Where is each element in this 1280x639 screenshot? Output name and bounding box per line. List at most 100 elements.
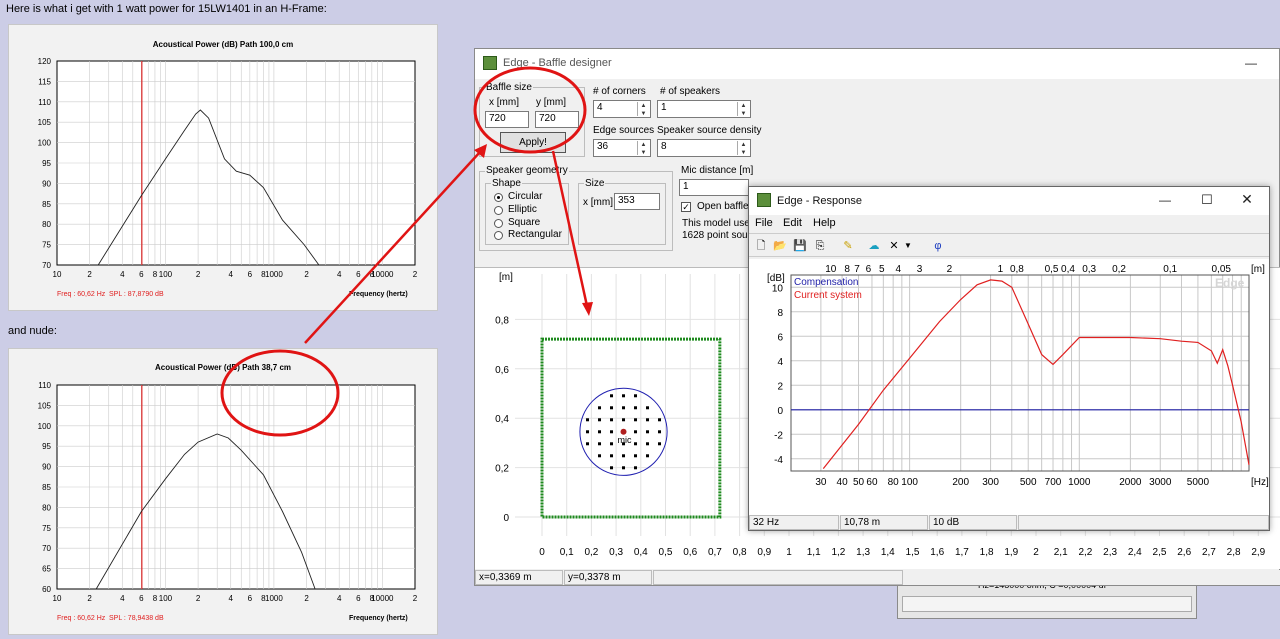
chevron-down-icon[interactable]: ▼ <box>903 237 913 255</box>
x-tick-label: 2,7 <box>1202 547 1216 558</box>
radio-rectangular[interactable] <box>494 231 503 240</box>
y-tick-label: 85 <box>42 200 51 209</box>
close-button[interactable]: ✕ <box>1237 191 1257 208</box>
x-tick-label: 1,3 <box>856 547 870 558</box>
y-tick-label: 75 <box>42 241 51 250</box>
y-tick-label: 0,8 <box>495 315 509 326</box>
forum-nude-label: and nude: <box>8 325 57 337</box>
y-tick-label: 0,6 <box>495 365 509 376</box>
x-tick-label: 0,9 <box>757 547 771 558</box>
y-tick-label: 75 <box>42 524 51 533</box>
x-tick-label: 3000 <box>1149 477 1172 488</box>
copy-icon[interactable]: ⎘ <box>811 237 829 255</box>
open-folder-icon[interactable]: 📂 <box>771 237 789 255</box>
menu-edit[interactable]: Edit <box>783 217 802 229</box>
point-source <box>610 418 614 422</box>
apply-button[interactable]: Apply! <box>500 132 566 153</box>
radio-square[interactable] <box>494 219 503 228</box>
x-tick-label: 40 <box>837 477 849 488</box>
x-tick-label: 0,3 <box>609 547 623 558</box>
point-source <box>610 466 614 470</box>
background-window-field <box>902 596 1192 612</box>
maximize-button[interactable]: ☐ <box>1197 192 1217 208</box>
point-source <box>610 406 614 410</box>
nude-chart-panel: Acoustical Power (dB) Path 38,7 cm 110 10… <box>8 348 438 635</box>
mic-label: mic <box>618 435 632 445</box>
save-icon[interactable]: 💾 <box>791 237 809 255</box>
speakers-spinner[interactable]: ▲ ▼ <box>737 102 749 117</box>
point-source <box>598 418 602 422</box>
baffle-titlebar: Edge - Baffle designer — <box>475 49 1279 79</box>
point-source <box>622 418 626 422</box>
x-tick-label: 2,5 <box>1153 547 1167 558</box>
open-baffle-checkbox[interactable]: ✓ <box>681 202 691 212</box>
minimize-button[interactable]: — <box>1241 56 1261 70</box>
top-tick-label: 0,4 <box>1061 264 1075 275</box>
new-file-icon[interactable]: 🗋 <box>752 237 770 255</box>
density-spinner[interactable]: ▲ ▼ <box>737 141 749 156</box>
point-source <box>622 406 626 410</box>
point-source <box>586 442 590 446</box>
radio-circular[interactable] <box>494 193 503 202</box>
pencil-icon[interactable]: ✎ <box>839 237 857 255</box>
plot-icon[interactable]: ☁ <box>865 237 883 255</box>
x-tick-label: 8 <box>153 270 158 279</box>
baffle-y-input[interactable]: 720 <box>535 111 579 128</box>
legend-current-system: Current system <box>794 290 862 301</box>
point-source <box>634 442 638 446</box>
corners-label: # of corners <box>593 86 646 97</box>
model-info-line2: 1628 point sourc <box>682 230 756 241</box>
x-tick-label: 2 <box>196 270 201 279</box>
chart-spl-readout: SPL : 78,9438 dB <box>109 615 164 622</box>
size-label: Size <box>584 178 606 189</box>
x-tick-label: 300 <box>982 477 999 488</box>
x-tick-label: 2 <box>304 594 309 603</box>
y-tick-label: -2 <box>774 430 783 441</box>
x-tick-label: 1000 <box>1068 477 1091 488</box>
x-tick-label: 1000 <box>265 594 283 603</box>
y-tick-label: 8 <box>777 308 783 319</box>
speakers-label: # of speakers <box>660 86 721 97</box>
h-frame-chart-panel: Acoustical Power (dB) Path 100,0 cm 120 1… <box>8 24 438 311</box>
top-tick-label: 1 <box>998 264 1004 275</box>
minimize-button[interactable]: — <box>1155 193 1175 207</box>
baffle-x-input[interactable]: 720 <box>485 111 529 128</box>
x-tick-label: 1000 <box>265 270 283 279</box>
y-tick-label: 85 <box>42 483 51 492</box>
menu-file[interactable]: File <box>755 217 773 229</box>
x-tick-label: 2,8 <box>1227 547 1241 558</box>
x-tick-label: 1,5 <box>906 547 920 558</box>
y-tick-label: 2 <box>777 381 783 392</box>
x-tick-label: 0,2 <box>584 547 598 558</box>
x-tick-label: 2 <box>1033 547 1039 558</box>
top-tick-label: 0,3 <box>1082 264 1096 275</box>
point-source <box>598 430 602 434</box>
response-plot-svg[interactable]: 10 8 6 4 2 0 -2 -4 30 40 50 60 80 100 200 300 500 700 1000… <box>749 259 1269 515</box>
delete-icon[interactable]: ✕ <box>885 237 903 255</box>
corners-spinner[interactable]: ▲ ▼ <box>637 102 649 117</box>
x-tick-label: 500 <box>1020 477 1037 488</box>
mic-distance-input[interactable]: 1 <box>679 179 749 196</box>
y-tick-label: 70 <box>42 261 51 270</box>
x-tick-label: 60 <box>866 477 878 488</box>
h-frame-chart-svg: 12011511010510095908580757010 2 4 6 8 100 2 4 6 8… <box>38 57 418 279</box>
x-tick-label: 80 <box>888 477 900 488</box>
baffle-size-label: Baffle size <box>485 82 533 93</box>
x-tick-label: 1,1 <box>807 547 821 558</box>
chart-freq-readout: Freq : 60,62 Hz <box>57 615 106 622</box>
x-tick-label: 1,4 <box>881 547 895 558</box>
x-tick-label: 2 <box>304 270 309 279</box>
response-window-title: Edge - Response <box>777 195 862 207</box>
y-tick-label: 4 <box>777 357 783 368</box>
response-titlebar: Edge - Response — ☐ ✕ <box>749 187 1269 215</box>
x-tick-label: 1 <box>786 547 792 558</box>
phase-icon[interactable]: φ <box>929 237 947 255</box>
size-input[interactable]: 353 <box>614 193 660 210</box>
point-source <box>610 394 614 398</box>
menu-help[interactable]: Help <box>813 217 836 229</box>
edge-sources-spinner[interactable]: ▲ ▼ <box>637 141 649 156</box>
radio-elliptic[interactable] <box>494 206 503 215</box>
radio-square-label: Square <box>508 217 541 228</box>
x-tick-label: 1,8 <box>980 547 994 558</box>
chart-spl-readout: SPL : 87,8790 dB <box>109 291 164 298</box>
